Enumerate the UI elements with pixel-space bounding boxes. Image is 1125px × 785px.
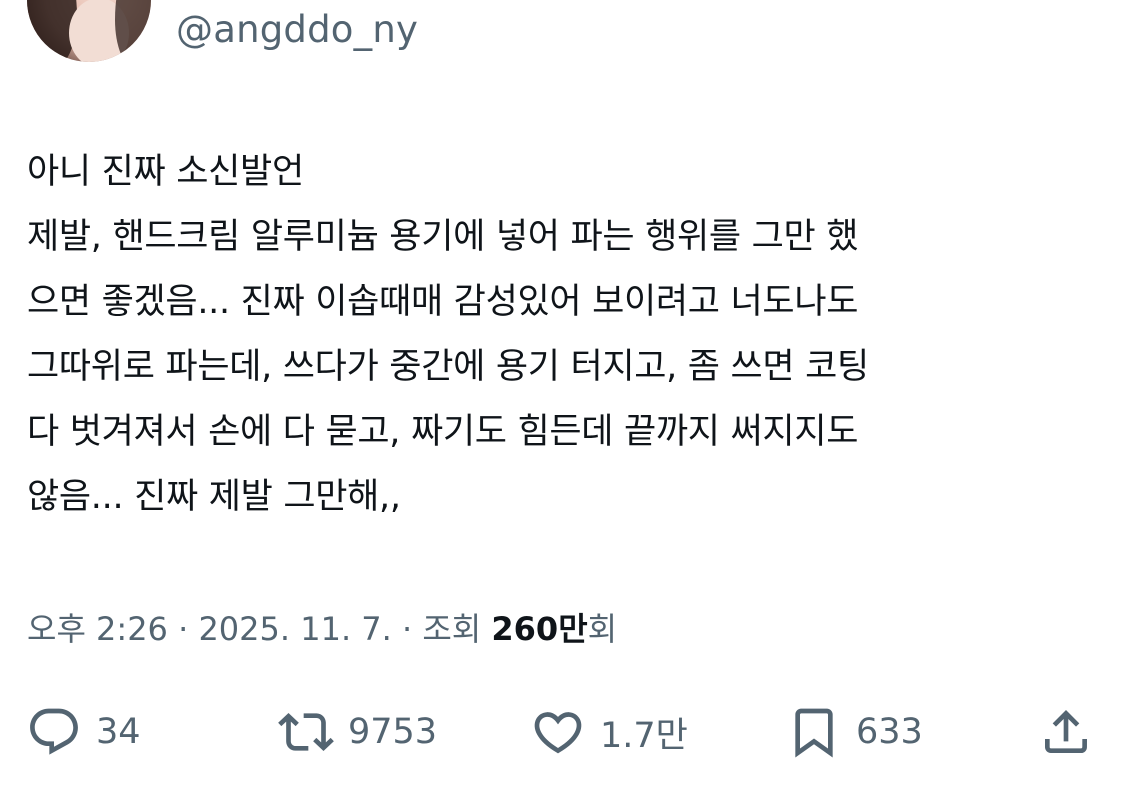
tweet-meta: 오후 2:26 · 2025. 11. 7. · 조회 260만회 — [27, 604, 617, 650]
retweet-button[interactable]: 9753 — [278, 700, 437, 764]
tweet-line: 않음... 진짜 제발 그만해,, — [27, 477, 401, 517]
views-suffix: 회 — [587, 610, 618, 648]
views-count: 260만 — [491, 610, 588, 648]
reply-count: 34 — [96, 712, 141, 752]
retweet-count: 9753 — [348, 712, 438, 752]
meta-separator: · — [391, 610, 423, 648]
meta-separator: · — [167, 610, 199, 648]
tweet-line: 제발, 핸드크림 알루미늄 용기에 넣어 파는 행위를 그만 했 — [27, 217, 859, 257]
bookmark-button[interactable]: 633 — [786, 700, 923, 764]
tweet-time[interactable]: 오후 2:26 — [27, 610, 168, 648]
reply-button[interactable]: 34 — [26, 700, 141, 764]
bookmark-icon — [795, 708, 833, 758]
tweet-line: 그따위로 파는데, 쓰다가 중간에 용기 터지고, 좀 쓰면 코팅 — [27, 347, 869, 387]
avatar[interactable] — [27, 0, 151, 62]
reply-icon — [30, 708, 78, 755]
retweet-icon — [278, 713, 334, 751]
like-button[interactable]: 1.7만 — [530, 700, 688, 764]
tweet-text: 아니 진짜 소신발언 제발, 핸드크림 알루미늄 용기에 넣어 파는 행위를 그… — [27, 140, 1107, 530]
tweet-line: 아니 진짜 소신발언 — [27, 152, 304, 192]
tweet-line: 으면 좋겠음... 진짜 이솝때매 감성있어 보이려고 너도나도 — [27, 282, 859, 322]
author-handle[interactable]: @angddo_ny — [176, 8, 418, 51]
views-label: 조회 — [422, 610, 482, 648]
like-count: 1.7만 — [600, 715, 688, 756]
tweet-line: 다 벗겨져서 손에 다 묻고, 짜기도 힘든데 끝까지 써지지도 — [27, 412, 859, 452]
heart-icon — [534, 712, 582, 754]
bookmark-count: 633 — [856, 712, 923, 752]
share-button[interactable] — [1038, 700, 1094, 764]
share-icon — [1045, 710, 1087, 753]
tweet-date[interactable]: 2025. 11. 7. — [198, 610, 391, 648]
action-bar: 34 9753 1.7만 633 — [0, 700, 1125, 764]
